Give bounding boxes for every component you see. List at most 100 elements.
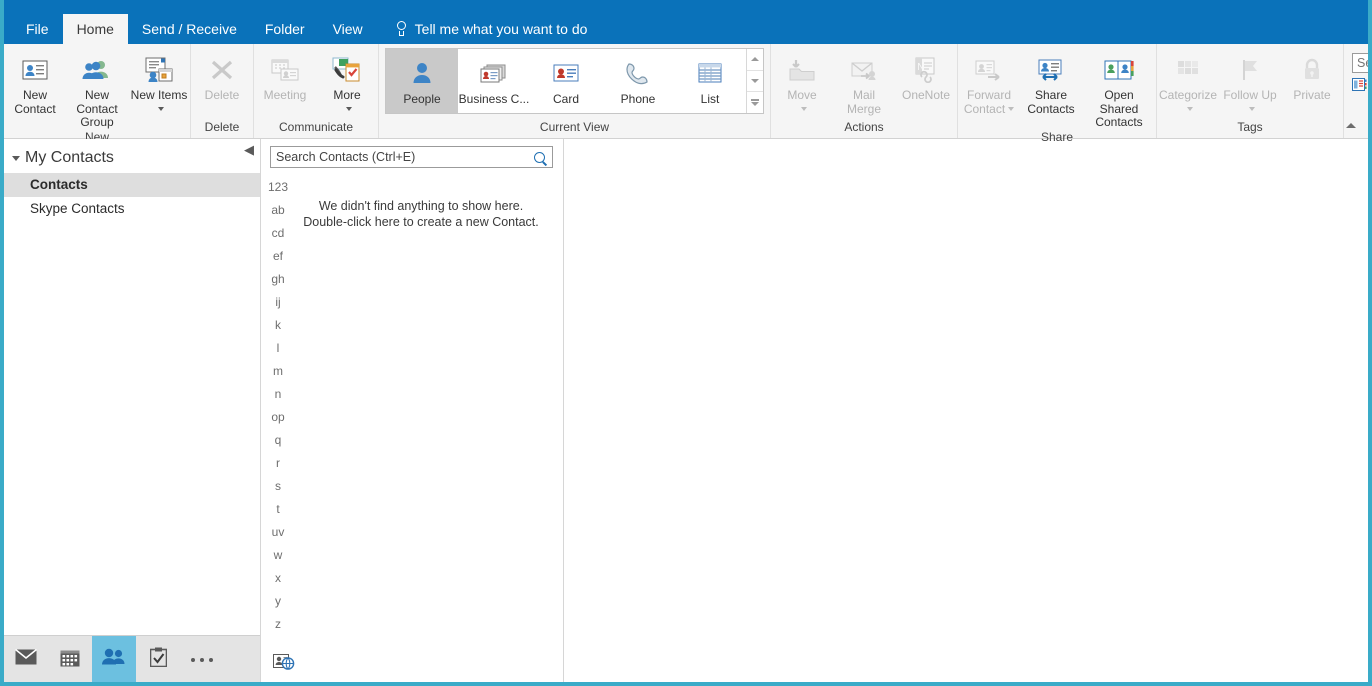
new-items-icon (144, 53, 174, 87)
more-communicate-icon (332, 53, 362, 87)
share-contacts-icon (1036, 53, 1066, 87)
tab-view[interactable]: View (319, 14, 377, 44)
view-phone[interactable]: Phone (602, 49, 674, 113)
follow-up-flag-icon (1238, 53, 1262, 87)
view-people-label: People (403, 91, 441, 106)
move-label: Move (787, 88, 817, 116)
gallery-scroll[interactable] (746, 49, 763, 114)
alpha-index-item[interactable]: l (277, 337, 280, 360)
my-contacts-header[interactable]: My Contacts (4, 139, 260, 173)
empty-state-message[interactable]: We didn't find anything to show here. Do… (295, 168, 563, 647)
alpha-index-item[interactable]: ij (275, 291, 280, 314)
alpha-index-item[interactable]: cd (272, 222, 285, 245)
alpha-index-item[interactable]: uv (272, 521, 285, 544)
module-calendar-button[interactable] (48, 636, 92, 682)
follow-up-button[interactable]: Follow Up (1219, 51, 1281, 116)
new-contact-group-label: New Contact Group (76, 88, 118, 129)
new-contact-group-button[interactable]: New Contact Group (66, 51, 128, 130)
view-business-card[interactable]: Business C... (458, 49, 530, 113)
business-card-view-icon (479, 57, 509, 89)
alpha-index-item[interactable]: op (271, 406, 284, 429)
alpha-index-item[interactable]: m (273, 360, 283, 383)
tab-home[interactable]: Home (62, 14, 128, 44)
forward-contact-icon (974, 53, 1004, 87)
mail-merge-label: Mail Merge (846, 88, 881, 116)
address-book-button[interactable]: Address Book (1352, 78, 1368, 94)
tell-me-search[interactable]: Tell me what you want to do (385, 14, 598, 44)
alpha-index-item[interactable]: t (276, 498, 279, 521)
alpha-index-item[interactable]: r (276, 452, 280, 475)
more-options-icon (191, 657, 213, 662)
module-people-button[interactable] (92, 636, 136, 682)
alpha-index-item[interactable]: k (275, 314, 281, 337)
tell-me-label: Tell me what you want to do (414, 21, 588, 37)
alpha-index-item[interactable]: 123 (268, 176, 288, 199)
collapse-folder-pane-button[interactable]: ◀ (244, 142, 254, 158)
search-contacts-placeholder: Search Contacts (Ctrl+E) (276, 150, 416, 164)
move-button[interactable]: Move (771, 51, 833, 116)
alpha-index-item[interactable]: ab (271, 199, 284, 222)
new-contact-group-icon (81, 53, 113, 87)
share-contacts-button[interactable]: Share Contacts (1020, 51, 1082, 116)
ribbon-group-tags-label: Tags (1237, 120, 1263, 134)
alpha-index-item[interactable]: y (275, 590, 281, 613)
ribbon-tab-bar: File Home Send / Receive Folder View Tel… (4, 0, 1368, 44)
tab-folder[interactable]: Folder (251, 14, 319, 44)
search-people-input[interactable] (1352, 53, 1368, 73)
contact-globe-icon[interactable] (273, 654, 295, 676)
empty-state-line2: Double-click here to create a new Contac… (303, 215, 539, 229)
chevron-down-icon (1008, 107, 1015, 112)
meeting-button[interactable]: Meeting (254, 51, 316, 103)
sidebar-item-skype-contacts[interactable]: Skype Contacts (4, 197, 260, 221)
tab-send-receive[interactable]: Send / Receive (128, 14, 251, 44)
search-contacts-box[interactable]: Search Contacts (Ctrl+E) (270, 146, 553, 168)
search-icon[interactable] (534, 151, 545, 163)
private-button[interactable]: Private (1281, 51, 1343, 103)
contacts-list-footer (261, 647, 563, 682)
module-tasks-button[interactable] (136, 636, 180, 682)
module-mail-button[interactable] (4, 636, 48, 682)
view-people[interactable]: People (386, 49, 458, 113)
ribbon-group-communicate: Meeting More Communicate (253, 44, 378, 138)
alpha-index-item[interactable]: gh (271, 268, 284, 291)
chevron-down-icon (12, 155, 20, 161)
tab-file[interactable]: File (12, 14, 63, 44)
alpha-index-item[interactable]: w (274, 544, 283, 567)
my-contacts-label: My Contacts (25, 149, 114, 166)
alpha-index-item[interactable]: n (275, 383, 282, 406)
chevron-down-icon (345, 107, 352, 112)
view-list[interactable]: List (674, 49, 746, 113)
new-contact-button[interactable]: New Contact (4, 51, 66, 116)
alpha-index-item[interactable]: x (275, 567, 281, 590)
delete-button[interactable]: Delete (191, 51, 253, 103)
chevron-down-icon (1186, 107, 1193, 112)
open-shared-contacts-button[interactable]: Open Shared Contacts (1082, 51, 1156, 130)
meeting-label: Meeting (263, 88, 307, 102)
ribbon-group-delete-label: Delete (204, 120, 240, 134)
current-view-gallery[interactable]: People Business C... Card Phone List (385, 48, 764, 114)
module-more-button[interactable] (180, 636, 224, 682)
alpha-index-item[interactable]: ef (273, 245, 283, 268)
mail-merge-button[interactable]: Mail Merge (833, 51, 895, 116)
alphabet-index[interactable]: 123 ab cd ef gh ij k l m n op q r s t uv (261, 168, 295, 647)
gallery-scroll-up[interactable] (747, 49, 763, 71)
open-shared-contacts-icon (1102, 53, 1136, 87)
navigation-pane: ◀ My Contacts Contacts Skype Contacts (4, 139, 261, 682)
contacts-list-body[interactable]: 123 ab cd ef gh ij k l m n op q r s t uv (261, 168, 563, 647)
chevron-up-icon (751, 57, 759, 62)
view-card[interactable]: Card (530, 49, 602, 113)
onenote-button[interactable]: N OneNote (895, 51, 957, 103)
ribbon-group-tags: Categorize Follow Up Private Tags (1156, 44, 1343, 138)
new-items-button[interactable]: New Items (128, 51, 190, 116)
forward-contact-button[interactable]: Forward Contact (958, 51, 1020, 116)
collapse-ribbon-button[interactable] (1340, 116, 1362, 134)
more-communicate-button[interactable]: More (316, 51, 378, 116)
sidebar-item-contacts[interactable]: Contacts (4, 173, 260, 197)
alpha-index-item[interactable]: z (275, 613, 281, 636)
module-navigation-bar (4, 635, 260, 682)
gallery-more[interactable] (747, 92, 763, 114)
gallery-scroll-down[interactable] (747, 70, 763, 93)
alpha-index-item[interactable]: q (275, 429, 282, 452)
alpha-index-item[interactable]: s (275, 475, 281, 498)
categorize-button[interactable]: Categorize (1157, 51, 1219, 116)
